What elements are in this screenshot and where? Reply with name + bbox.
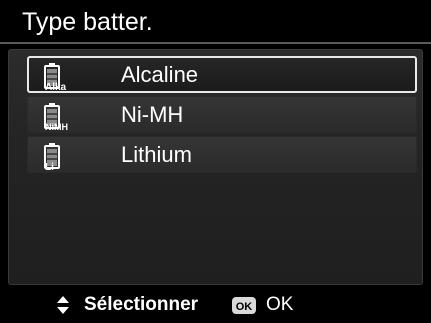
navigate-hint: Sélectionner xyxy=(56,292,198,318)
battery-type-list: Alka Alcaline NiMH Ni-MH Li Lithium xyxy=(27,56,417,176)
battery-nimh-icon: NiMH xyxy=(44,103,68,131)
battery-option-alkaline[interactable]: Alka Alcaline xyxy=(27,56,417,93)
svg-text:Li: Li xyxy=(45,162,54,171)
battery-option-lithium[interactable]: Li Lithium xyxy=(27,136,417,173)
battery-option-label: Ni-MH xyxy=(121,102,184,127)
svg-text:OK: OK xyxy=(236,301,253,313)
ok-hint: OK OK xyxy=(232,292,293,318)
title-bar: Type batter. xyxy=(0,0,431,44)
page-title: Type batter. xyxy=(22,8,153,36)
svg-text:Alka: Alka xyxy=(45,82,67,91)
battery-alkaline-icon: Alka xyxy=(44,63,67,91)
up-down-arrows-icon xyxy=(57,296,69,314)
battery-option-label: Alcaline xyxy=(121,62,199,87)
battery-option-nimh[interactable]: NiMH Ni-MH xyxy=(27,96,417,133)
ok-button-icon: OK xyxy=(232,296,256,314)
camera-menu-screen: Type batter. Alka Alcaline NiMH Ni-MH Li… xyxy=(0,0,431,323)
svg-text:NiMH: NiMH xyxy=(45,122,68,131)
ok-hint-label: OK xyxy=(266,294,294,315)
navigate-hint-label: Sélectionner xyxy=(84,294,199,315)
footer-hint-bar: Sélectionner OK OK xyxy=(0,288,431,323)
battery-lithium-icon: Li xyxy=(44,143,60,171)
battery-option-label: Lithium xyxy=(121,142,192,167)
